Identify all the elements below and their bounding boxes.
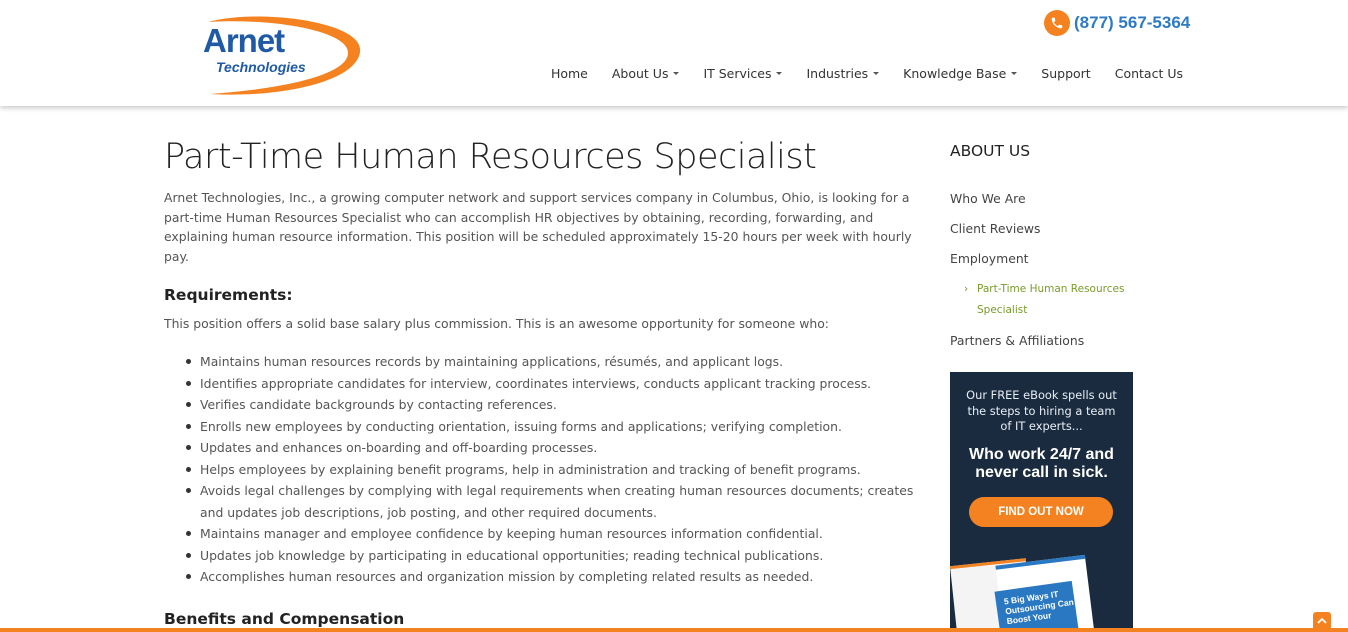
logo-subtitle: Technologies <box>216 59 306 75</box>
logo-wordmark: Arnet <box>203 22 285 59</box>
job-intro: Arnet Technologies, Inc., a growing comp… <box>164 190 912 264</box>
list-item: Helps employees by explaining benefit pr… <box>186 459 924 481</box>
sidebar-item-partners[interactable]: Partners & Affiliations <box>950 333 1140 348</box>
main-nav: Home About Us IT Services Industries Kno… <box>527 66 1183 81</box>
nav-label: Home <box>550 66 588 81</box>
job-posting: Part-Time Human Resources Specialist Arn… <box>164 134 924 628</box>
chevron-down-icon <box>673 72 680 75</box>
list-item: Maintains human resources records by mai… <box>186 351 924 373</box>
benefits-heading: Benefits and Compensation <box>164 609 405 628</box>
list-item: Enrolls new employees by conducting orie… <box>186 416 924 438</box>
requirements-list: Maintains human resources records by mai… <box>186 351 924 588</box>
nav-knowledge-base[interactable]: Knowledge Base <box>903 66 1018 81</box>
chevron-right-icon: › <box>964 283 969 295</box>
sidebar: ABOUT US Who We Are Client Reviews Emplo… <box>950 142 1140 348</box>
nav-label: About Us <box>611 66 669 81</box>
nav-label: Knowledge Base <box>903 66 1007 81</box>
chevron-down-icon <box>873 72 880 75</box>
list-item: Accomplishes human resources and organiz… <box>186 566 924 588</box>
nav-about-us[interactable]: About Us <box>612 66 680 81</box>
page-title: Part-Time Human Resources Specialist <box>164 137 817 177</box>
sidebar-subitem-label: Part-Time Human Resources Specialist <box>977 283 1125 316</box>
requirements-lead: This position offers a solid base salary… <box>164 316 829 331</box>
nav-label: IT Services <box>703 66 772 81</box>
nav-industries[interactable]: Industries <box>806 66 880 81</box>
ebook-title: 5 Big Ways IT Outsourcing Can Boost Your <box>1003 588 1075 627</box>
sidebar-heading: ABOUT US <box>950 142 1031 160</box>
find-out-now-button[interactable]: FIND OUT NOW <box>969 497 1113 527</box>
company-logo[interactable]: Arnet Technologies <box>200 12 365 98</box>
sidebar-item-client-reviews[interactable]: Client Reviews <box>950 221 1140 236</box>
chevron-down-icon <box>1011 72 1018 75</box>
nav-support[interactable]: Support <box>1041 66 1090 81</box>
scroll-to-top-button[interactable] <box>1313 612 1331 630</box>
phone-number: (877) 567-5364 <box>1074 13 1191 32</box>
ad-headline: Who work 24/7 and never call in sick. <box>969 446 1114 481</box>
nav-home[interactable]: Home <box>551 66 588 81</box>
list-item: Updates job knowledge by participating i… <box>186 545 924 567</box>
list-item: Verifies candidate backgrounds by contac… <box>186 394 924 416</box>
chevron-up-icon <box>1317 617 1327 624</box>
site-header: Arnet Technologies (877) 567-5364 Home A… <box>0 0 1348 106</box>
nav-label: Industries <box>806 66 869 81</box>
list-item: Maintains manager and employee confidenc… <box>186 523 924 545</box>
nav-it-services[interactable]: IT Services <box>703 66 783 81</box>
sidebar-item-employment[interactable]: Employment <box>950 251 1140 266</box>
phone-link[interactable]: (877) 567-5364 <box>1044 10 1190 36</box>
requirements-heading: Requirements: <box>164 286 293 304</box>
nav-contact-us[interactable]: Contact Us <box>1115 66 1183 81</box>
phone-icon <box>1044 10 1070 36</box>
nav-label: Contact Us <box>1114 66 1183 81</box>
list-item: Identifies appropriate candidates for in… <box>186 373 924 395</box>
list-item: Avoids legal challenges by complying wit… <box>186 480 924 523</box>
ad-text: Our FREE eBook spells out the steps to h… <box>966 388 1117 433</box>
bottom-accent-bar <box>0 628 1348 632</box>
list-item: Updates and enhances on-boarding and off… <box>186 437 924 459</box>
sidebar-subitem-hr-specialist[interactable]: › Part-Time Human Resources Specialist <box>950 279 1140 321</box>
chevron-down-icon <box>776 72 783 75</box>
nav-label: Support <box>1041 66 1091 81</box>
sidebar-item-who-we-are[interactable]: Who We Are <box>950 191 1140 206</box>
ebook-ad-banner[interactable]: Our FREE eBook spells out the steps to h… <box>950 372 1133 632</box>
